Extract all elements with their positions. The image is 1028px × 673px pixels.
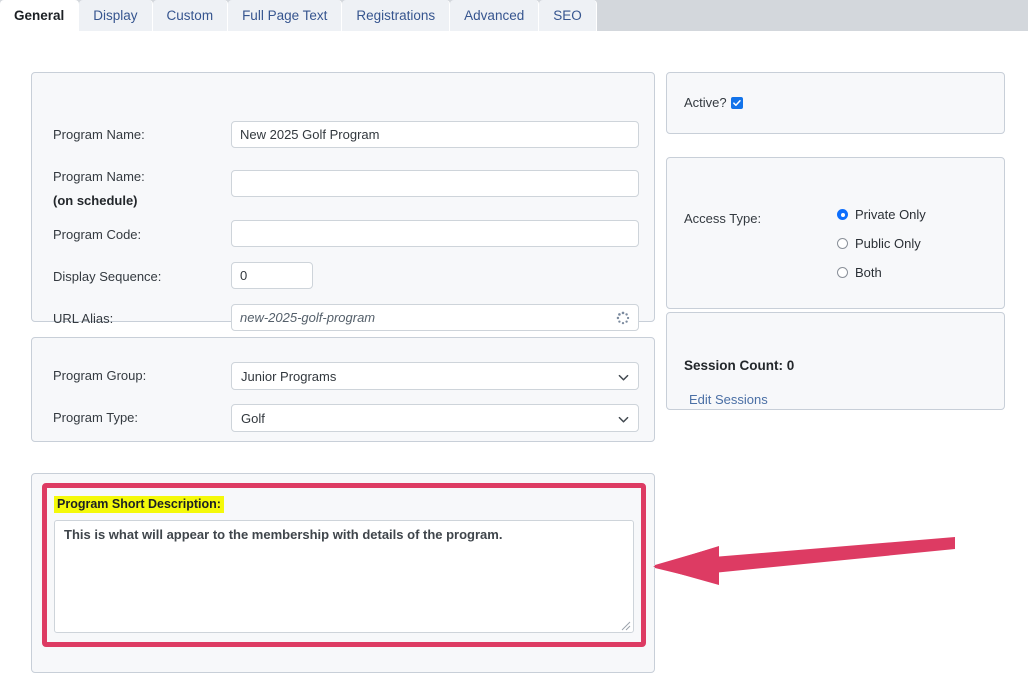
program-short-description-value: This is what will appear to the membersh…	[64, 527, 503, 542]
access-type-option-both[interactable]: Both	[837, 265, 926, 280]
tab-advanced[interactable]: Advanced	[450, 0, 540, 31]
annotation-arrow-icon	[645, 525, 970, 590]
identity-panel: Program Name: New 2025 Golf Program Prog…	[31, 72, 655, 331]
program-type-label: Program Type:	[53, 410, 139, 425]
url-alias-value: new-2025-golf-program	[240, 310, 376, 325]
tab-registrations[interactable]: Registrations	[342, 0, 451, 31]
tab-seo-label: SEO	[553, 8, 582, 23]
display-sequence-label: Display Sequence:	[53, 269, 162, 284]
access-type-option-private-only[interactable]: Private Only	[837, 207, 926, 222]
radio-icon[interactable]	[837, 238, 848, 249]
access-type-option-both-label: Both	[855, 265, 882, 280]
tab-custom[interactable]: Custom	[152, 0, 229, 31]
display-sequence-value: 0	[240, 268, 248, 283]
tab-custom-label: Custom	[166, 8, 214, 23]
tab-seo[interactable]: SEO	[539, 0, 597, 31]
session-panel: Session Count: 0 Edit Sessions	[666, 312, 1005, 410]
tab-full-page-text[interactable]: Full Page Text	[228, 0, 343, 31]
program-group-select[interactable]: Junior Programs	[231, 362, 639, 390]
access-type-option-public-only[interactable]: Public Only	[837, 236, 926, 251]
program-type-select[interactable]: Golf	[231, 404, 639, 432]
tab-display-label: Display	[93, 8, 138, 23]
program-group-row: Program Group:	[53, 368, 146, 383]
active-label: Active?	[684, 95, 727, 110]
url-alias-row: URL Alias:	[53, 311, 113, 326]
classification-panel: Program Group: Junior Programs Program T…	[31, 337, 655, 442]
program-name-schedule-row: Program Name: (on schedule)	[53, 169, 145, 208]
tab-bar: General Display Custom Full Page Text Re…	[0, 0, 1028, 31]
tab-display[interactable]: Display	[79, 0, 153, 31]
program-type-value: Golf	[241, 410, 265, 426]
chevron-down-icon	[618, 413, 629, 424]
access-type-panel: Access Type: Private Only Public Only Bo…	[666, 157, 1005, 309]
edit-sessions-link[interactable]: Edit Sessions	[689, 392, 768, 407]
program-name-schedule-input[interactable]	[231, 170, 639, 197]
tab-registrations-label: Registrations	[356, 8, 436, 23]
chevron-down-icon	[618, 371, 629, 382]
active-checkbox[interactable]	[730, 96, 743, 109]
active-panel: Active?	[666, 72, 1005, 134]
tab-general-label: General	[14, 8, 65, 23]
program-short-description-textarea[interactable]: This is what will appear to the membersh…	[54, 520, 634, 633]
program-code-row: Program Code:	[53, 227, 141, 242]
url-alias-input[interactable]: new-2025-golf-program	[231, 304, 639, 331]
program-short-description-label: Program Short Description:	[54, 496, 224, 513]
resize-grip-icon[interactable]	[619, 619, 631, 631]
access-type-option-public-only-label: Public Only	[855, 236, 921, 251]
program-code-input[interactable]	[231, 220, 639, 247]
display-sequence-row: Display Sequence:	[53, 269, 161, 284]
access-type-label: Access Type:	[684, 211, 762, 226]
program-name-row: Program Name:	[53, 127, 231, 142]
radio-icon[interactable]	[837, 267, 848, 278]
annotation-highlight-box: Program Short Description: This is what …	[42, 483, 646, 647]
program-name-schedule-sublabel: (on schedule)	[53, 193, 138, 208]
url-alias-label: URL Alias:	[53, 311, 114, 326]
spinner-icon	[616, 311, 630, 325]
program-name-value: New 2025 Golf Program	[240, 127, 380, 142]
radio-icon-selected[interactable]	[837, 209, 848, 220]
program-group-value: Junior Programs	[241, 368, 337, 384]
program-name-schedule-label: Program Name:	[53, 169, 145, 184]
program-name-label: Program Name:	[53, 127, 145, 142]
program-code-label: Program Code:	[53, 227, 142, 242]
access-type-option-private-only-label: Private Only	[855, 207, 926, 222]
program-name-input[interactable]: New 2025 Golf Program	[231, 121, 639, 148]
session-count-label: Session Count: 0	[684, 358, 795, 373]
tab-advanced-label: Advanced	[464, 8, 525, 23]
program-group-label: Program Group:	[53, 368, 147, 383]
display-sequence-input[interactable]: 0	[231, 262, 313, 289]
program-type-row: Program Type:	[53, 410, 138, 425]
tab-full-page-text-label: Full Page Text	[242, 8, 328, 23]
tab-general[interactable]: General	[0, 0, 80, 31]
